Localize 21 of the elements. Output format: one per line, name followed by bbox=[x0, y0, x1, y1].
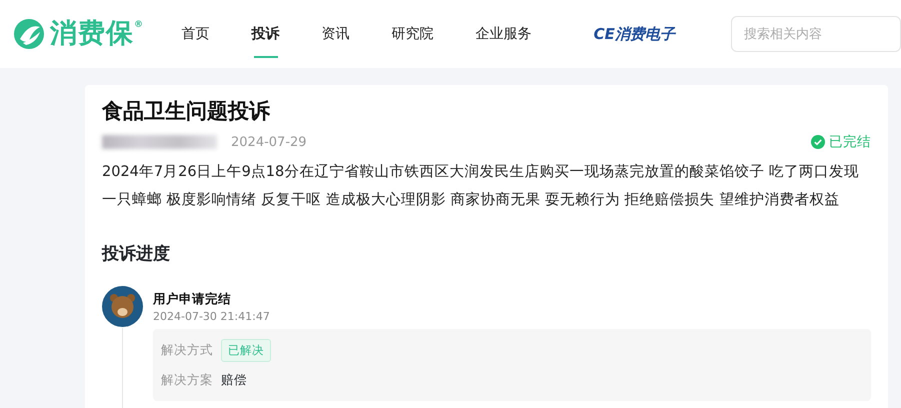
nav-tab[interactable]: 首页 bbox=[182, 0, 210, 68]
field-value: 赔偿 bbox=[221, 370, 247, 389]
event-title: 用户申请完结 bbox=[153, 290, 232, 308]
nav-tab[interactable]: 企业服务 bbox=[476, 0, 532, 68]
leaf-logo-icon bbox=[14, 19, 44, 49]
nav-tab[interactable]: 投诉 bbox=[252, 0, 280, 68]
field-label: 解决方式 bbox=[161, 340, 213, 359]
nav-tab[interactable]: 资讯 bbox=[322, 0, 350, 68]
nav-tab[interactable]: 研究院 bbox=[392, 0, 434, 68]
event-time: 2024-07-30 21:41:47 bbox=[153, 308, 271, 325]
check-circle-icon bbox=[811, 135, 825, 150]
complaint-description: 2024年7月26日上午9点18分在辽宁省鞍山市铁西区大润发民生店购买一现场蒸完放置的酸菜馅饺子 吃了两口发现一只蟑螂 极度影响情绪 反复干呕 造成极大心理阴影 商家协商无果 耍无赖行为 拒绝赔偿损失 望维护消费者权益 bbox=[102, 162, 860, 210]
status-tag: 已解决 bbox=[221, 338, 271, 362]
partner-logo[interactable]: CE消费电子 bbox=[594, 22, 731, 46]
complaint-title: 食品卫生问题投诉 bbox=[102, 99, 271, 124]
search-field[interactable]: 搜索相关内容 bbox=[731, 16, 901, 52]
field-label: 解决方案 bbox=[161, 370, 213, 389]
status-label: 已完结 bbox=[829, 133, 871, 152]
section-heading: 投诉进度 bbox=[102, 243, 171, 266]
complaint-date: 2024-07-29 bbox=[231, 134, 307, 152]
bear-avatar-icon bbox=[102, 286, 143, 327]
